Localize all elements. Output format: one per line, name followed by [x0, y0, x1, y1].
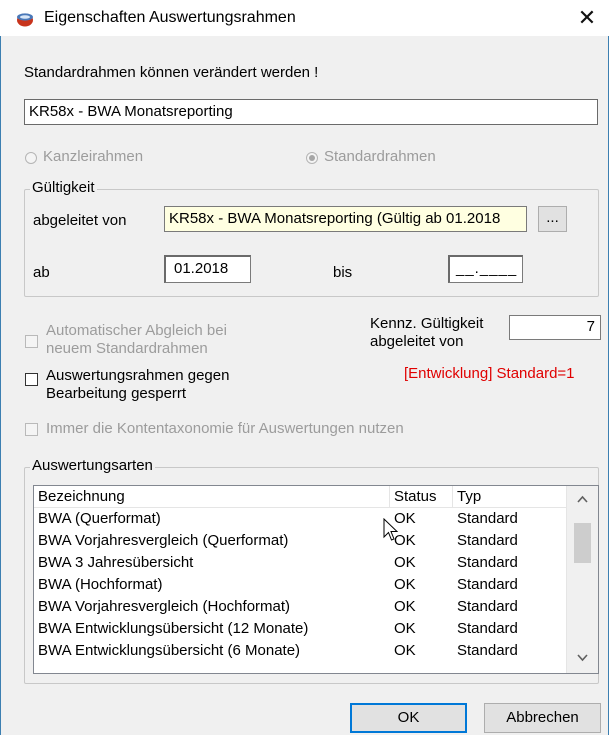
- radio-standardrahmen-label: Standardrahmen: [324, 148, 436, 165]
- cell-typ: Standard: [457, 642, 518, 659]
- cell-typ: Standard: [457, 598, 518, 615]
- ab-value: 01.2018: [174, 260, 229, 277]
- cell-bezeichnung: BWA (Hochformat): [38, 576, 163, 593]
- auswertungsarten-table[interactable]: Bezeichnung Status Typ BWA (Querformat) …: [33, 485, 599, 674]
- info-text: Standardrahmen können verändert werden !: [24, 64, 319, 81]
- kennz-label-line2: abgeleitet von: [370, 333, 464, 350]
- cell-typ: Standard: [457, 554, 518, 571]
- bis-value: __.____: [456, 260, 518, 277]
- close-button[interactable]: ✕: [572, 4, 602, 32]
- table-scrollbar[interactable]: [566, 486, 598, 673]
- cell-bezeichnung: BWA (Querformat): [38, 510, 161, 527]
- abgeleitet-value: KR58x - BWA Monatsreporting (Gültig ab 0…: [169, 210, 501, 227]
- table-row[interactable]: BWA (Querformat) OK Standard: [34, 508, 567, 530]
- table-row[interactable]: BWA (Hochformat) OK Standard: [34, 574, 567, 596]
- bis-label: bis: [333, 264, 353, 281]
- auto-abgleich-checkbox[interactable]: [25, 335, 38, 348]
- cancel-button[interactable]: Abbrechen: [484, 703, 601, 733]
- cell-bezeichnung: BWA Vorjahresvergleich (Hochformat): [38, 598, 291, 615]
- radio-kanzleirahmen-label: Kanzleirahmen: [43, 148, 144, 165]
- cell-typ: Standard: [457, 576, 518, 593]
- table-row[interactable]: BWA 3 Jahresübersicht OK Standard: [34, 552, 567, 574]
- table-row[interactable]: BWA Vorjahresvergleich (Hochformat) OK S…: [34, 596, 567, 618]
- scroll-thumb[interactable]: [574, 523, 591, 563]
- cell-status: OK: [394, 576, 416, 593]
- cell-bezeichnung: BWA Entwicklungsübersicht (12 Monate): [38, 620, 309, 637]
- browse-button[interactable]: ...: [538, 206, 567, 232]
- ab-input[interactable]: 01.2018: [164, 255, 251, 283]
- cell-bezeichnung: BWA Entwicklungsübersicht (6 Monate): [38, 642, 301, 659]
- app-icon: [17, 13, 33, 27]
- cell-typ: Standard: [457, 532, 518, 549]
- column-header-status[interactable]: Status: [390, 486, 453, 508]
- cell-status: OK: [394, 620, 416, 637]
- kennz-value: 7: [586, 318, 595, 335]
- radio-kanzleirahmen[interactable]: [25, 152, 37, 164]
- cell-status: OK: [394, 532, 416, 549]
- gesperrt-label: Auswertungsrahmen gegen Bearbeitung gesp…: [46, 367, 230, 402]
- table-row[interactable]: BWA Entwicklungsübersicht (12 Monate) OK…: [34, 618, 567, 640]
- cell-typ: Standard: [457, 620, 518, 637]
- gueltigkeit-legend: Gültigkeit: [30, 179, 97, 196]
- column-header-bezeichnung[interactable]: Bezeichnung: [34, 486, 390, 508]
- kontentaxonomie-label: Immer die Kontentaxonomie für Auswertung…: [46, 420, 404, 437]
- cell-status: OK: [394, 642, 416, 659]
- kontentaxonomie-checkbox[interactable]: [25, 423, 38, 436]
- kennz-input[interactable]: 7: [509, 315, 601, 340]
- gesperrt-checkbox[interactable]: [25, 373, 38, 386]
- kennz-info: [Entwicklung] Standard=1: [404, 365, 575, 382]
- bis-input[interactable]: __.____: [448, 255, 523, 283]
- auto-abgleich-label: Automatischer Abgleich bei neuem Standar…: [46, 322, 227, 357]
- kennz-label-line1: Kennz. Gültigkeit: [370, 315, 484, 332]
- cell-status: OK: [394, 598, 416, 615]
- cell-typ: Standard: [457, 510, 518, 527]
- column-header-typ[interactable]: Typ: [453, 486, 567, 508]
- window-title: Eigenschaften Auswertungsrahmen: [44, 9, 296, 26]
- scroll-up-icon[interactable]: [577, 495, 588, 503]
- mouse-cursor-icon: [383, 518, 399, 541]
- name-input[interactable]: KR58x - BWA Monatsreporting: [24, 99, 598, 125]
- auswertungsarten-legend: Auswertungsarten: [30, 457, 155, 474]
- cell-status: OK: [394, 554, 416, 571]
- table-row[interactable]: BWA Vorjahresvergleich (Querformat) OK S…: [34, 530, 567, 552]
- table-row[interactable]: BWA Entwicklungsübersicht (6 Monate) OK …: [34, 640, 567, 662]
- scroll-down-icon[interactable]: [577, 654, 588, 662]
- abgeleitet-label: abgeleitet von: [33, 212, 127, 229]
- cell-status: OK: [394, 510, 416, 527]
- radio-standardrahmen[interactable]: [306, 152, 318, 164]
- name-input-value: KR58x - BWA Monatsreporting: [29, 103, 233, 120]
- abgeleitet-field[interactable]: KR58x - BWA Monatsreporting (Gültig ab 0…: [164, 206, 527, 232]
- ab-label: ab: [33, 264, 50, 281]
- ok-button[interactable]: OK: [350, 703, 467, 733]
- cell-bezeichnung: BWA Vorjahresvergleich (Querformat): [38, 532, 289, 549]
- title-bar: Eigenschaften Auswertungsrahmen ✕: [0, 0, 609, 36]
- cell-bezeichnung: BWA 3 Jahresübersicht: [38, 554, 194, 571]
